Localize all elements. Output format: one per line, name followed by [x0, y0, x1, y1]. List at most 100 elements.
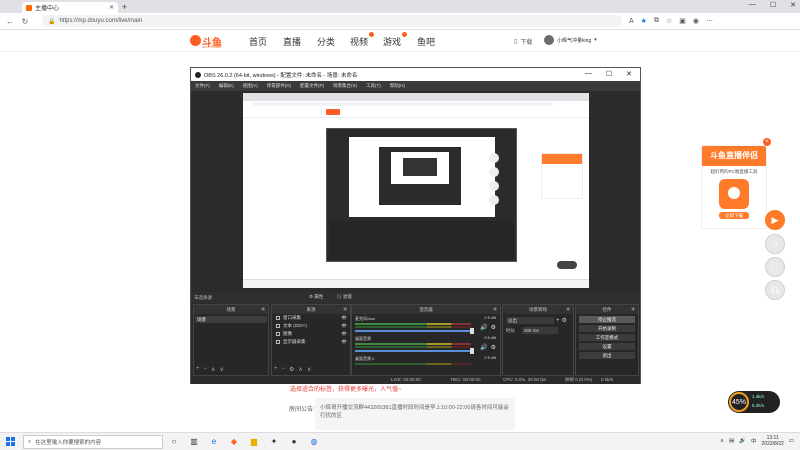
up-icon[interactable]: ∧ — [211, 366, 215, 373]
gear-icon[interactable]: ⚙ — [491, 324, 496, 331]
stop-streaming-button[interactable]: 停止推流 — [579, 316, 635, 323]
favorite-star-icon[interactable]: ★ — [641, 17, 647, 25]
obs-minimize-icon[interactable]: — — [585, 70, 592, 78]
speaker-icon[interactable]: 🔊 — [480, 324, 487, 331]
remove-icon[interactable]: − — [204, 366, 208, 373]
minimize-icon[interactable]: — — [749, 1, 756, 9]
tray-arrow-icon[interactable]: ∧ — [720, 438, 724, 444]
collections-icon[interactable]: ▣ — [679, 17, 686, 25]
promo-card[interactable]: 斗鱼直播伴侣 超好用的PC端直播工具 立即下载 — [701, 145, 767, 229]
task-view-icon[interactable]: ▥ — [188, 436, 200, 448]
download-link[interactable]: ▯ 下载 — [514, 37, 532, 46]
nav-live[interactable]: 直播 — [283, 35, 317, 48]
eye-icon[interactable]: 👁 — [341, 330, 347, 338]
start-recording-button[interactable]: 开始录制 — [579, 325, 635, 332]
volume-slider[interactable] — [355, 328, 474, 334]
speaker-icon[interactable]: 🔊 — [480, 344, 487, 351]
obs-app-icon[interactable]: ● — [288, 436, 300, 448]
filters-button[interactable]: ▤ 滤镜 — [337, 294, 352, 300]
file-explorer-icon[interactable]: ▆ — [248, 436, 260, 448]
nav-category[interactable]: 分类 — [317, 35, 350, 48]
favorites-icon[interactable]: ☆ — [666, 17, 672, 25]
obs-preview[interactable] — [243, 93, 589, 288]
menu-profile[interactable]: 配置文件(P) — [300, 83, 324, 89]
menu-help[interactable]: 帮助(H) — [390, 83, 405, 89]
gear-icon[interactable]: ⚙ — [289, 366, 294, 373]
up-icon[interactable]: ∧ — [298, 366, 302, 373]
play-icon[interactable]: ▶ — [765, 210, 785, 230]
menu-docks[interactable]: 停靠部件(D) — [267, 83, 291, 89]
user-menu[interactable]: 小辉气冲量king ▾ — [544, 35, 597, 45]
eye-icon[interactable]: 👁 — [341, 338, 347, 346]
eye-icon[interactable]: 👁 — [341, 322, 347, 330]
transition-select[interactable]: 淡出 — [506, 317, 554, 324]
gear-icon[interactable]: ⚙ — [562, 317, 567, 324]
close-tab-icon[interactable]: ✕ — [109, 4, 114, 11]
down-icon[interactable]: ∨ — [307, 366, 311, 373]
settings-button[interactable]: 设置 — [579, 343, 635, 350]
notification-icon[interactable]: ▭ — [789, 438, 794, 444]
duration-input[interactable]: 300 ms — [522, 327, 558, 334]
close-promo-icon[interactable]: × — [763, 138, 771, 146]
cortana-icon[interactable]: ○ — [168, 436, 180, 448]
browser-tab[interactable]: 主播中心 ✕ — [22, 2, 118, 13]
nav-game[interactable]: 游戏 — [383, 32, 417, 48]
volume-slider[interactable] — [355, 348, 474, 354]
refresh-icon[interactable]: ↻ — [21, 17, 29, 26]
network-icon[interactable]: ▤ — [729, 438, 734, 444]
down-icon[interactable]: ∨ — [219, 366, 223, 373]
nav-video[interactable]: 视频 — [350, 32, 383, 48]
dock-float-icon[interactable]: ▣ — [343, 306, 347, 311]
menu-file[interactable]: 文件(F) — [195, 83, 210, 89]
announcement-text[interactable]: 小辉哥开播交流群443265381直播时段时间是早上10:00-22:00请各时… — [315, 398, 515, 430]
nav-fishbar[interactable]: 鱼吧 — [417, 35, 447, 48]
extensions-icon[interactable]: ⧉ — [654, 17, 659, 25]
menu-scene-collection[interactable]: 场景集合(S) — [333, 83, 357, 89]
windows-start-icon[interactable] — [6, 437, 16, 447]
menu-view[interactable]: 视图(V) — [243, 83, 258, 89]
add-icon[interactable]: + — [274, 366, 278, 373]
new-tab-icon[interactable]: + — [122, 2, 127, 12]
eye-icon[interactable]: 👁 — [341, 314, 347, 322]
obs-close-icon[interactable]: ✕ — [626, 70, 632, 78]
gear-icon[interactable]: ⚙ — [491, 344, 496, 351]
add-icon[interactable]: + — [556, 318, 560, 324]
menu-tools[interactable]: 工具(T) — [366, 83, 381, 89]
headset-icon[interactable]: ☊ — [765, 280, 785, 300]
promo-download-button[interactable]: 立即下载 — [719, 212, 749, 219]
obs-maximize-icon[interactable]: ☐ — [606, 70, 612, 78]
close-window-icon[interactable]: ✕ — [790, 1, 796, 9]
dock-float-icon[interactable]: ▣ — [566, 306, 570, 311]
source-item[interactable]: 窗口采集 👁 — [272, 314, 350, 322]
home-icon[interactable]: ⌂ — [765, 234, 785, 254]
exit-button[interactable]: 退出 — [579, 352, 635, 359]
add-icon[interactable]: + — [196, 366, 200, 373]
maximize-icon[interactable]: ☐ — [770, 1, 776, 9]
douyu-app-icon[interactable]: ◆ — [228, 436, 240, 448]
clock[interactable]: 13:11 2022/8/22 — [762, 435, 784, 447]
douyu-logo[interactable]: 斗鱼 DOUYU.COM — [190, 33, 224, 49]
more-icon[interactable]: ⋯ — [706, 17, 713, 25]
profile-icon[interactable]: ◉ — [693, 17, 699, 25]
network-widget[interactable]: 45% 1.4k/s 5.2k/s — [728, 391, 780, 413]
browser-app-icon[interactable]: ◍ — [308, 436, 320, 448]
nav-home[interactable]: 首页 — [249, 35, 283, 48]
source-item[interactable]: 图像 👁 — [272, 330, 350, 338]
room-tag-note[interactable]: 选择适合的标签，获得更多曝光，人气值~ — [290, 384, 402, 393]
remove-icon[interactable]: − — [282, 366, 286, 373]
taskbar-search[interactable]: ⌕ 在这里输入你要搜索的内容 — [23, 435, 163, 449]
volume-icon[interactable]: 🔊 — [739, 438, 746, 444]
source-item[interactable]: 文本 (GDI+) 👁 — [272, 322, 350, 330]
edge-icon[interactable]: e — [208, 436, 220, 448]
dock-float-icon[interactable]: ▣ — [261, 306, 265, 311]
source-item[interactable]: 显示器采集 👁 — [272, 338, 350, 346]
scene-item[interactable]: 场景 — [195, 316, 267, 323]
menu-edit[interactable]: 编辑(E) — [219, 83, 234, 89]
fullscreen-icon[interactable]: ⛶ — [765, 257, 785, 277]
studio-mode-button[interactable]: 工作室模式 — [579, 334, 635, 341]
address-bar[interactable]: 🔒 https://mp.douyu.com/live/main — [42, 15, 622, 27]
read-aloud-icon[interactable]: A — [629, 18, 634, 25]
game-app-icon[interactable]: ✦ — [268, 436, 280, 448]
language-indicator[interactable]: 中 — [751, 437, 757, 445]
properties-button[interactable]: ⚙ 属性 — [309, 294, 323, 300]
